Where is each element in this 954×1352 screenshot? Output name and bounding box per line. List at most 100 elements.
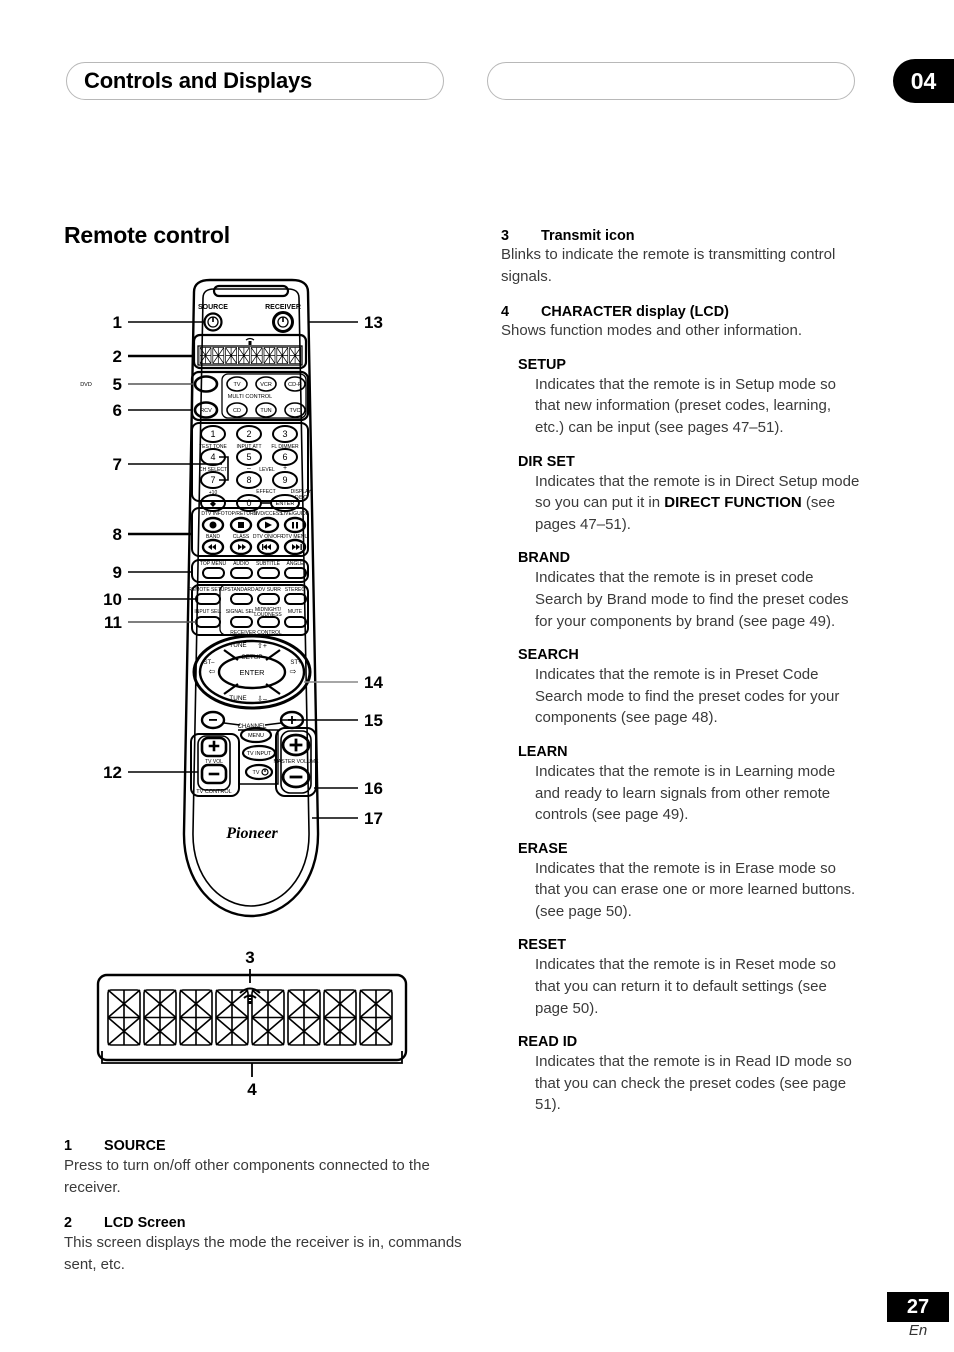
svg-text:⇩–: ⇩– <box>257 695 267 703</box>
mode-dir-set: DIR SET Indicates that the remote is in … <box>501 454 861 536</box>
mode-reset-title: RESET <box>518 937 566 954</box>
svg-text:TV: TV <box>233 382 240 388</box>
svg-text:+: + <box>283 465 287 472</box>
receiver-label: RECEIVER <box>265 304 301 311</box>
tv-input-button: TV INPUT <box>241 744 277 762</box>
mode-learn-title: LEARN <box>518 743 568 760</box>
item-lcd-screen-title: LCD Screen <box>104 1215 186 1232</box>
svg-text:CD-R: CD-R <box>288 382 302 388</box>
multi-control-button-tvc: TVC <box>284 402 306 418</box>
svg-text:AUDIO: AUDIO <box>233 561 249 567</box>
svg-text:2: 2 <box>246 429 251 439</box>
source-label: SOURCE <box>198 304 228 311</box>
mode-brand-title: BRAND <box>518 550 570 567</box>
header-empty-pill <box>487 62 855 100</box>
svg-text:DVD/CCESS: DVD/CCESS <box>253 511 283 517</box>
svg-text:6: 6 <box>282 452 287 462</box>
callout-9: 9 <box>113 563 122 582</box>
item-character-display-title: CHARACTER display (LCD) <box>541 304 729 321</box>
svg-text:3: 3 <box>282 429 287 439</box>
callout-5: 5 <box>113 375 122 394</box>
svg-text:TUNE: TUNE <box>229 642 246 649</box>
svg-text:0: 0 <box>246 498 251 508</box>
enter-label: ENTER <box>239 668 264 677</box>
tv-control-label: TV CONTROL <box>196 789 231 795</box>
mode-brand-body: Indicates that the remote is in preset c… <box>535 569 849 630</box>
svg-text:CD: CD <box>233 408 241 414</box>
callout-11: 11 <box>104 613 122 632</box>
item-source: 1 SOURCE Press to turn on/off other comp… <box>64 1138 468 1198</box>
svg-text:1: 1 <box>210 429 215 439</box>
callout-7: 7 <box>113 455 122 474</box>
multi-control-button-rcv: RCV <box>193 401 219 419</box>
key-6: 6 <box>272 448 298 466</box>
callout-12: 12 <box>103 763 122 782</box>
item-transmit-icon-number: 3 <box>501 228 510 244</box>
callout-8: 8 <box>113 525 122 544</box>
item-lcd-screen: 2 LCD Screen This screen displays the mo… <box>64 1215 468 1275</box>
key-3: 3 <box>272 425 298 443</box>
callout-16: 16 <box>364 779 383 798</box>
directional-pad-group: SETUP ENTER TUNE TUNE ST– ST+ ⇧+ ⇩– ⇦ ⇨ <box>192 634 312 710</box>
item-transmit-icon: 3 Transmit icon Blinks to indicate the r… <box>501 228 861 287</box>
right-column: 3 Transmit icon Blinks to indicate the r… <box>501 228 861 1116</box>
svg-text:LEVEL: LEVEL <box>259 467 275 473</box>
page-number: 27 <box>887 1292 949 1322</box>
mode-dir-set-title: DIR SET <box>518 453 575 470</box>
callout-15: 15 <box>364 711 383 730</box>
callout-2: 2 <box>113 347 122 366</box>
svg-text:ST–: ST– <box>203 660 215 666</box>
key-8: 8 <box>236 471 262 489</box>
svg-text:TOP MENU: TOP MENU <box>200 561 227 567</box>
item-lcd-screen-body: This screen displays the mode the receiv… <box>64 1234 462 1273</box>
transmit-icon <box>245 337 255 345</box>
item-source-title: SOURCE <box>104 1138 166 1154</box>
tv-input-label: TV INPUT <box>247 751 272 757</box>
callout-3: 3 <box>245 948 254 967</box>
item-character-display: 4 CHARACTER display (LCD) Shows function… <box>501 304 861 342</box>
next-button <box>283 538 307 556</box>
master-volume-label: MASTER VOLUME <box>274 759 320 765</box>
multi-control-button-cdr: CD-R <box>284 376 306 392</box>
svg-text:⇧+: ⇧+ <box>257 642 267 650</box>
brand-logo: Pioneer <box>225 825 278 842</box>
play-button <box>256 516 280 534</box>
svg-text:TVC: TVC <box>290 408 301 414</box>
svg-text:RCV: RCV <box>200 408 212 414</box>
channel-down-button <box>200 710 226 730</box>
mode-reset-body: Indicates that the remote is in Reset mo… <box>535 956 836 1017</box>
remote-lcd-panel <box>192 333 308 370</box>
item-source-number: 1 <box>64 1138 73 1154</box>
svg-text:ENTER: ENTER <box>276 501 295 507</box>
callout-14: 14 <box>364 673 383 692</box>
mode-read-id-title: READ ID <box>518 1034 578 1051</box>
callout-17: 17 <box>364 809 383 828</box>
setup-label: SETUP <box>241 654 262 661</box>
mode-read-id: READ ID Indicates that the remote is in … <box>501 1034 861 1116</box>
tv-power-button: TV <box>244 763 274 781</box>
key-2: 2 <box>236 425 262 443</box>
mode-erase: ERASE Indicates that the remote is in Er… <box>501 841 861 923</box>
page-header: Controls and Displays 04 <box>0 59 954 104</box>
item-character-display-body: Shows function modes and other informati… <box>501 322 803 340</box>
item-source-body: Press to turn on/off other components co… <box>64 1157 430 1196</box>
stop-button <box>229 516 253 534</box>
svg-text:4: 4 <box>210 452 215 462</box>
master-volume-down-button <box>281 765 311 789</box>
svg-text:ANGLE: ANGLE <box>287 561 305 567</box>
transmit-icon-detail <box>239 987 261 1004</box>
receiver-control-group: REMOTE SETUP STANDARD ADV SURR STEREO INPU… <box>188 584 309 636</box>
svg-text:INPUT SEL.: INPUT SEL. <box>194 609 221 615</box>
key-9: 9 <box>272 471 298 489</box>
mode-dir-set-body: Indicates that the remote is in Direct S… <box>518 471 861 536</box>
svg-text:TUNE: TUNE <box>229 695 246 702</box>
callout-10: 10 <box>103 590 122 609</box>
item-lcd-screen-number: 2 <box>64 1215 73 1232</box>
svg-text:TUN: TUN <box>260 408 271 414</box>
svg-text:EFFECT: EFFECT <box>256 489 275 495</box>
mode-search-body: Indicates that the remote is in Preset C… <box>535 666 840 727</box>
svg-text:5: 5 <box>246 452 251 462</box>
svg-text:7: 7 <box>210 475 215 485</box>
svg-text:ST+: ST+ <box>290 660 302 666</box>
svg-text:MUTE: MUTE <box>288 609 303 615</box>
